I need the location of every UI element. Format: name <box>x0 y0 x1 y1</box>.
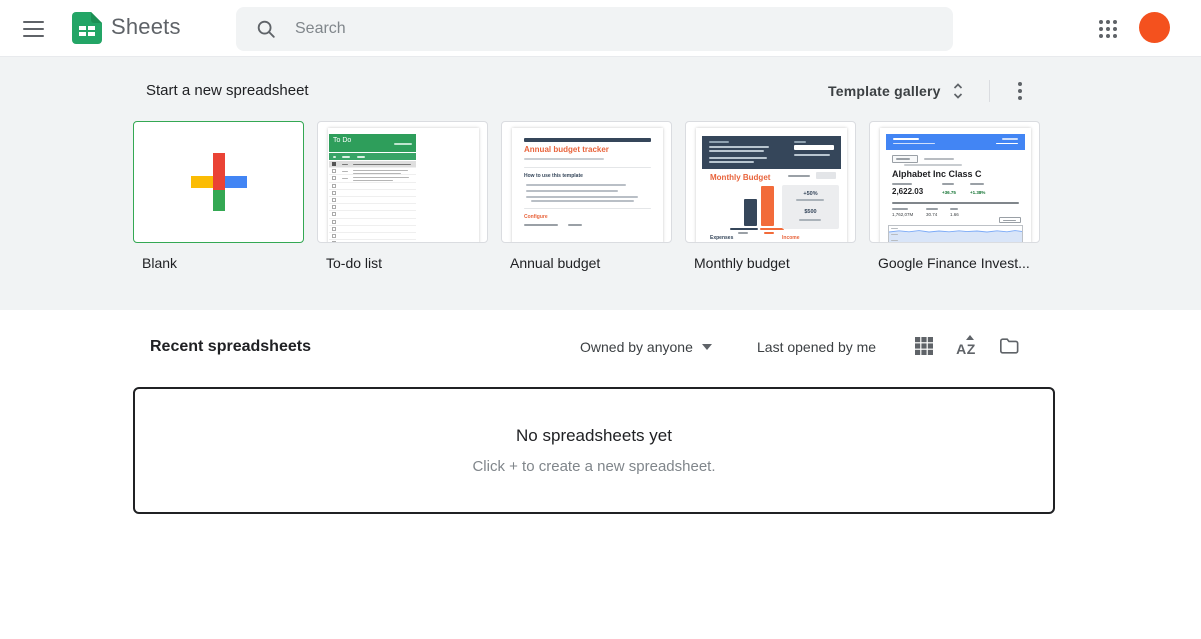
folder-icon <box>999 337 1019 355</box>
templates-overflow-menu-button[interactable] <box>1006 77 1034 105</box>
account-avatar[interactable] <box>1139 12 1170 43</box>
annual-thumb-howto: How to use this template <box>524 173 583 179</box>
sort-az-icon: AZ <box>956 335 976 357</box>
app-title[interactable]: Sheets <box>111 14 181 40</box>
sort-order-label[interactable]: Last opened by me <box>757 339 876 355</box>
search-input[interactable] <box>295 20 953 38</box>
template-card-label: To-do list <box>317 255 488 271</box>
google-apps-button[interactable] <box>1089 10 1127 48</box>
top-bar: Sheets <box>0 0 1201 57</box>
monthly-thumb-income-bottom: Income <box>782 235 800 241</box>
finance-mini-page: Alphabet Inc Class C 2,622.03 +36.75 +1.… <box>880 128 1031 243</box>
finance-thumb-chart <box>888 225 1023 243</box>
hamburger-icon <box>23 21 44 23</box>
recent-spreadsheets-section: Recent spreadsheets Owned by anyone Last… <box>0 310 1201 639</box>
template-card-label: Google Finance Invest... <box>869 255 1040 271</box>
template-card-monthly-budget: Monthly Budget +50% $500 <box>685 121 856 271</box>
search-icon <box>255 18 277 40</box>
monthly-thumb-expenses-bottom: Expenses <box>710 235 733 241</box>
blank-template-thumbnail[interactable] <box>133 121 304 243</box>
sheets-home-page: Sheets Start a new spreadsheet Template … <box>0 0 1201 639</box>
apps-grid-icon <box>1099 20 1117 38</box>
search-bar[interactable] <box>236 7 953 51</box>
grid-view-button[interactable] <box>910 332 938 360</box>
annual-budget-template-thumbnail[interactable]: Annual budget tracker How to use this te… <box>501 121 672 243</box>
monthly-thumb-amount: $500 <box>782 209 839 215</box>
annual-thumb-configure: Configure <box>524 214 548 220</box>
template-card-todo: To Do <box>317 121 488 271</box>
template-cards-row: Blank To Do <box>133 121 1040 271</box>
template-card-google-finance: Alphabet Inc Class C 2,622.03 +36.75 +1.… <box>869 121 1040 271</box>
kebab-icon <box>1018 82 1022 86</box>
template-card-label: Blank <box>133 255 304 271</box>
template-card-blank: Blank <box>133 121 304 271</box>
finance-thumb-company: Alphabet Inc Class C <box>892 169 982 179</box>
empty-state-box: No spreadsheets yet Click + to create a … <box>133 387 1055 514</box>
caret-down-icon <box>702 344 712 350</box>
monthly-mini-page: Monthly Budget +50% $500 <box>696 128 847 243</box>
owner-filter-dropdown[interactable]: Owned by anyone <box>580 339 712 355</box>
main-menu-button[interactable] <box>14 9 54 49</box>
finance-thumb-change-pct: +1.38% <box>970 190 985 195</box>
finance-thumb-stat2: 30.74 <box>926 212 937 217</box>
template-gallery-label: Template gallery <box>828 83 941 99</box>
owner-filter-label: Owned by anyone <box>580 339 693 355</box>
template-card-label: Monthly budget <box>685 255 856 271</box>
annual-thumb-title: Annual budget tracker <box>524 145 609 154</box>
empty-state-subtitle: Click + to create a new spreadsheet. <box>472 458 715 475</box>
divider <box>989 80 990 102</box>
template-gallery-button[interactable]: Template gallery <box>820 76 973 106</box>
recent-section-title: Recent spreadsheets <box>150 338 311 356</box>
google-finance-template-thumbnail[interactable]: Alphabet Inc Class C 2,622.03 +36.75 +1.… <box>869 121 1040 243</box>
sheets-logo-icon[interactable] <box>72 12 102 44</box>
finance-thumb-stat1: 1,762,07M <box>892 212 913 217</box>
unfold-more-icon <box>951 82 965 100</box>
templates-section-title: Start a new spreadsheet <box>146 82 309 99</box>
templates-section: Start a new spreadsheet Template gallery <box>0 57 1201 310</box>
finance-thumb-change: +36.75 <box>942 190 956 195</box>
todo-mini-page: To Do <box>328 128 479 243</box>
template-card-annual-budget: Annual budget tracker How to use this te… <box>501 121 672 271</box>
sort-az-button[interactable]: AZ <box>952 332 980 360</box>
todo-template-thumbnail[interactable]: To Do <box>317 121 488 243</box>
annual-mini-page: Annual budget tracker How to use this te… <box>512 128 663 243</box>
templates-controls: Template gallery <box>820 75 1034 107</box>
empty-state-title: No spreadsheets yet <box>516 426 672 446</box>
template-card-label: Annual budget <box>501 255 672 271</box>
monthly-thumb-title: Monthly Budget <box>710 173 770 182</box>
monthly-budget-template-thumbnail[interactable]: Monthly Budget +50% $500 <box>685 121 856 243</box>
finance-thumb-price: 2,622.03 <box>892 187 923 196</box>
monthly-thumb-pct: +50% <box>782 191 839 197</box>
grid-view-icon <box>914 336 934 356</box>
todo-thumb-title: To Do <box>333 137 351 144</box>
open-file-picker-button[interactable] <box>995 332 1023 360</box>
finance-thumb-stat3: 1.66 <box>950 212 959 217</box>
